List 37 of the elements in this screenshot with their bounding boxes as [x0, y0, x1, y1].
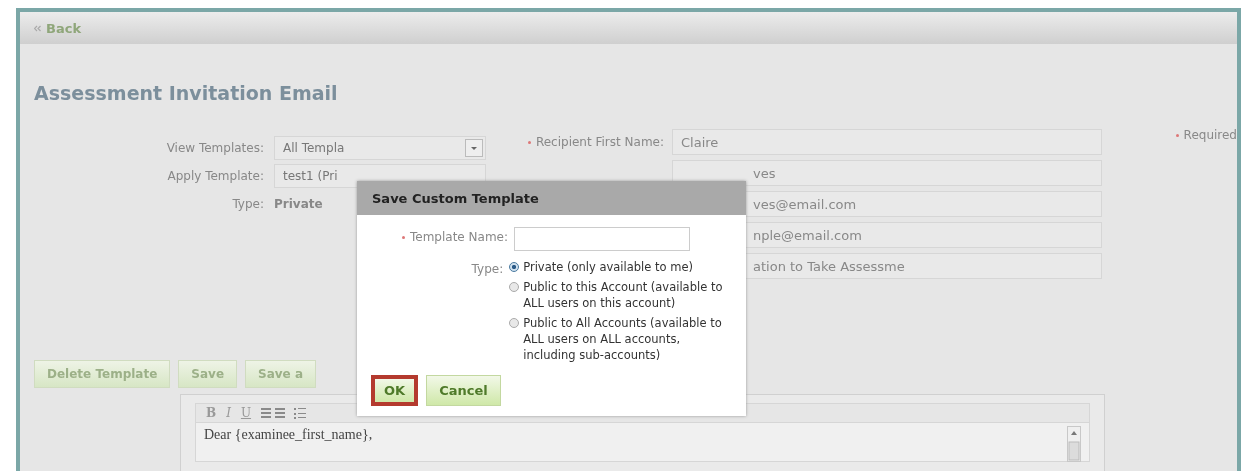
option-label[interactable]: Public to All Accounts (available to ALL users on ALL accounts, including sub-accounts) — [523, 315, 736, 363]
required-marker — [402, 236, 405, 239]
back-link[interactable]: Back — [46, 20, 82, 36]
dialog-button[interactable]: OK — [371, 375, 419, 406]
field-label: View Templates: — [165, 141, 264, 155]
field-label: Type: — [231, 197, 264, 211]
action-button[interactable]: Save a — [245, 360, 316, 388]
field-label: Type: — [470, 261, 504, 278]
format-button[interactable]: I — [224, 406, 233, 420]
list-icon[interactable] — [293, 406, 308, 420]
field-label: Apply Template: — [166, 169, 264, 183]
template-name-field[interactable] — [514, 227, 690, 251]
indent-icon[interactable] — [259, 406, 288, 420]
input-field[interactable]: ves — [672, 160, 1102, 186]
dialog-button[interactable]: Cancel — [426, 375, 501, 406]
page-title: Assessment Invitation Email — [34, 81, 339, 106]
field-label: Recipient First Name: — [535, 135, 664, 149]
format-button[interactable]: U — [238, 406, 254, 420]
action-button[interactable]: Delete Template — [34, 360, 171, 388]
required-marker — [527, 141, 531, 144]
email-body-text[interactable]: Dear {examinee_first_name}, — [204, 426, 373, 444]
radio-button[interactable] — [509, 282, 520, 292]
required-note: Required — [1183, 128, 1237, 142]
radio-button[interactable] — [509, 318, 520, 328]
back-arrow-icon — [34, 24, 41, 32]
required-marker — [1175, 134, 1179, 137]
caret-icon — [465, 139, 483, 157]
template-select[interactable]: All Templa — [274, 136, 486, 160]
input-field[interactable]: Claire — [672, 129, 1102, 155]
action-button[interactable]: Save — [178, 360, 238, 388]
radio-button[interactable] — [509, 262, 520, 272]
scrollbar[interactable] — [1067, 426, 1081, 462]
format-button[interactable]: B — [204, 406, 219, 420]
type-value: Private — [274, 197, 323, 211]
option-label[interactable]: Public to this Account (available to ALL users on this account) — [523, 279, 736, 311]
field-label: Template Name: — [410, 230, 508, 244]
dialog-title: Save Custom Template — [357, 181, 746, 215]
